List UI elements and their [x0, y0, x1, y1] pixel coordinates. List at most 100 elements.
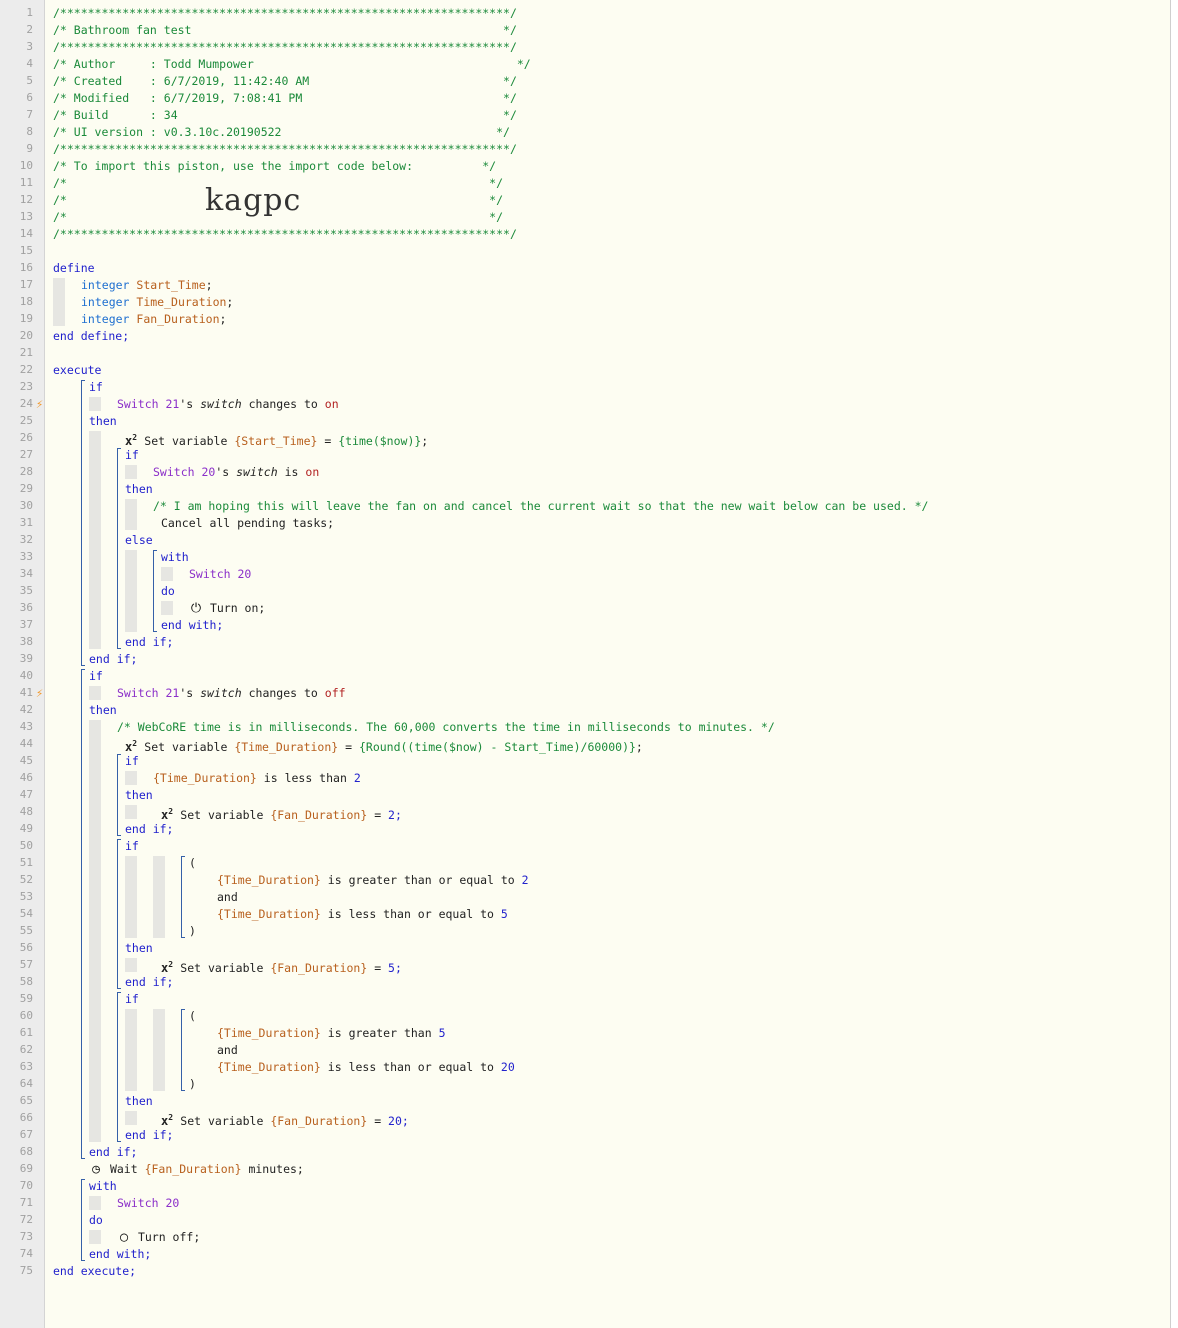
code-line: 5 /* Created : 6/7/2019, 11:42:40 AM */ [0, 73, 1170, 89]
code-content: ◯ Turn off; [117, 1229, 200, 1246]
code-line: 46 {Time_Duration} is less than 2 [0, 770, 1170, 786]
code-token: {Round((time($now) - Start_Time)/60000)} [358, 740, 636, 754]
code-token: if [125, 992, 139, 1006]
code-token: /***************************************… [53, 6, 517, 20]
line-number: 2 [26, 23, 33, 36]
line-number: 62 [19, 1043, 33, 1056]
code-content: end with; [89, 1246, 151, 1262]
line-number: 29 [19, 482, 33, 495]
code-line: 17 integer Start_Time; [0, 277, 1170, 293]
code-token: and [217, 890, 238, 904]
line-number: 9 [26, 142, 33, 155]
line-number: 17 [19, 278, 33, 291]
code-token: 's [179, 397, 194, 411]
code-token: /* Author : Todd Mumpower */ [53, 57, 531, 71]
line-number: 10 [19, 159, 33, 172]
code-token: then [89, 703, 117, 717]
line-number: 26 [19, 431, 33, 444]
code-token: {Time_Duration} [153, 771, 257, 785]
code-token: end if; [125, 635, 174, 649]
line-number: 6 [26, 91, 33, 104]
code-token: /* Created : 6/7/2019, 11:42:40 AM */ [53, 74, 517, 88]
code-content: {Time_Duration} is less than or equal to… [217, 1059, 515, 1075]
code-token: {Time_Duration} [234, 740, 339, 754]
code-line: 29 then [0, 481, 1170, 497]
code-token: is less than [263, 771, 347, 785]
code-token: end if; [125, 822, 174, 836]
line-number: 39 [19, 652, 33, 665]
line-number: 12 [19, 193, 33, 206]
code-line: 40 if [0, 668, 1170, 684]
code-token: Start_Time [136, 278, 206, 292]
code-token: then [89, 414, 117, 428]
code-content: then [125, 481, 153, 497]
code-line: 35 do [0, 583, 1170, 599]
code-line: 49 end if; [0, 821, 1170, 837]
code-token: end if; [125, 975, 174, 989]
code-token: else [125, 533, 153, 547]
code-token: /* WebCoRE time is in milliseconds. The … [117, 720, 775, 734]
line-number: 51 [19, 856, 33, 869]
line-number: 24 [19, 397, 33, 410]
line-number: 63 [19, 1060, 33, 1073]
line-number: 50 [19, 839, 33, 852]
code-line: 23 if [0, 379, 1170, 395]
code-content: then [125, 1093, 153, 1109]
code-content: with [89, 1178, 117, 1194]
code-content: if [89, 668, 103, 684]
code-token: 5 [438, 1026, 446, 1040]
line-number: 49 [19, 822, 33, 835]
code-content: then [125, 940, 153, 956]
code-token: if [125, 448, 139, 462]
line-number: 56 [19, 941, 33, 954]
code-line: 72 do [0, 1212, 1170, 1228]
code-token: minutes; [248, 1162, 304, 1176]
code-line: 73 ◯ Turn off; [0, 1229, 1170, 1245]
code-token: 2; [388, 808, 402, 822]
code-token: {time($now)} [338, 434, 422, 448]
line-number: 71 [19, 1196, 33, 1209]
code-line: 32 else [0, 532, 1170, 548]
code-token: /* UI version : v0.3.10c.20190522 */ [53, 125, 510, 139]
code-line: 57 x2 Set variable {Fan_Duration} = 5; [0, 957, 1170, 975]
code-line: 60 ( [0, 1008, 1170, 1024]
code-content: end if; [89, 1144, 137, 1160]
code-token: Switch 20 [117, 1196, 180, 1210]
line-number: 59 [19, 992, 33, 1005]
code-token: changes to [248, 686, 318, 700]
code-token: do [161, 584, 175, 598]
code-token: end with; [89, 1247, 152, 1261]
line-number: 72 [19, 1213, 33, 1226]
code-token: ; [219, 312, 227, 326]
code-token: ( [189, 856, 196, 870]
code-line: 4 /* Author : Todd Mumpower */ [0, 56, 1170, 72]
code-token: if [125, 839, 139, 853]
code-line: 64) [0, 1076, 1170, 1092]
line-number: 19 [19, 312, 33, 325]
line-number: 55 [19, 924, 33, 937]
line-number: 21 [19, 346, 33, 359]
line-number: 28 [19, 465, 33, 478]
code-token: /* Modified : 6/7/2019, 7:08:41 PM */ [53, 91, 517, 105]
code-token: = [367, 961, 389, 975]
code-line: 45 if [0, 753, 1170, 769]
code-content: end if; [125, 974, 173, 990]
code-content: then [89, 702, 117, 718]
code-content: end if; [89, 651, 137, 667]
line-number: 8 [26, 125, 33, 138]
code-content: /* Build : 34 */ [53, 107, 517, 123]
code-content: integer Start_Time; [81, 277, 213, 293]
code-token: 20 [500, 1060, 515, 1074]
line-number: 66 [19, 1111, 33, 1124]
code-line: 52 {Time_Duration} is greater than or equ… [0, 872, 1170, 888]
line-number: 45 [19, 754, 33, 767]
code-line: 62 and [0, 1042, 1170, 1058]
code-token: 20; [388, 1114, 409, 1128]
code-token: switch [200, 686, 242, 700]
line-number: 61 [19, 1026, 33, 1039]
line-number: 41 [19, 686, 33, 699]
code-line: 36 ⏻ Turn on; [0, 600, 1170, 616]
line-number: 54 [19, 907, 33, 920]
code-content: then [125, 787, 153, 803]
power-icon: ⏻ [190, 601, 202, 616]
